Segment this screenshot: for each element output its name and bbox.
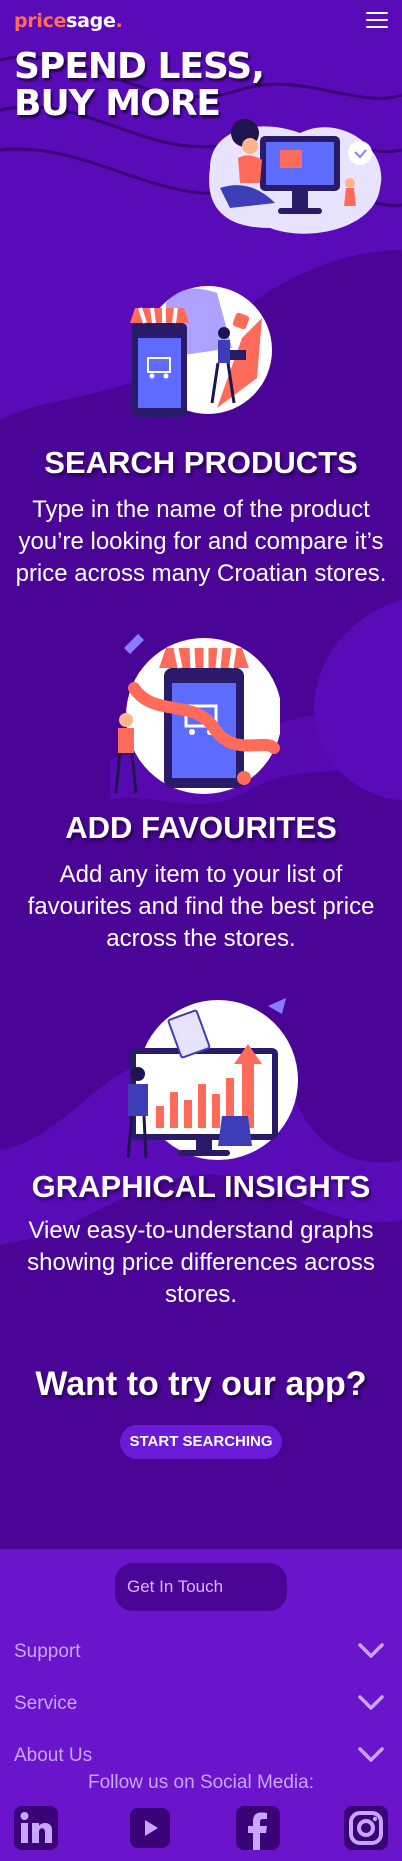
chevron-down-icon (358, 1695, 384, 1710)
feature-desc-insights: View easy-to-understand graphs showing p… (27, 1217, 375, 1308)
brand-logo[interactable]: pricesage. (14, 10, 123, 32)
feature-title-favourites: ADD FAVOURITES (65, 810, 337, 845)
accordion-about-us[interactable]: About Us (14, 1736, 388, 1776)
feature-title-search: SEARCH PRODUCTS (44, 445, 358, 480)
start-searching-button[interactable]: START SEARCHING (120, 1425, 282, 1459)
cta-title: Want to try our app? (35, 1365, 367, 1403)
instagram-icon[interactable] (344, 1806, 388, 1850)
get-in-touch-button[interactable]: Get In Touch (115, 1563, 287, 1611)
accordion-service-label: Service (14, 1693, 78, 1714)
logo-part1: price (14, 10, 67, 32)
logo-dot: . (115, 10, 123, 32)
chevron-down-icon (358, 1747, 384, 1762)
accordion-service[interactable]: Service (14, 1684, 388, 1724)
hero-title-line1: SPEND LESS, (14, 46, 265, 87)
accordion-support[interactable]: Support (14, 1632, 388, 1672)
search-products-illustration (130, 286, 272, 418)
logo-part2: sage (66, 10, 116, 32)
footer: Get In Touch Support Service About Us Fo… (0, 1549, 402, 1861)
chevron-down-icon (358, 1643, 384, 1658)
hero-illustration (209, 119, 382, 234)
facebook-icon[interactable] (236, 1806, 280, 1850)
feature-title-insights: GRAPHICAL INSIGHTS (31, 1169, 371, 1204)
header: pricesage. (0, 0, 402, 44)
feature-desc-favourites: Add any item to your list of favourites … (27, 861, 375, 952)
add-favourites-illustration (114, 634, 280, 794)
follow-us-text: Follow us on Social Media: (88, 1772, 314, 1793)
linkedin-icon[interactable] (14, 1806, 58, 1850)
feature-desc-search: Type in the name of the product you’re l… (15, 496, 387, 587)
accordion-support-label: Support (14, 1641, 81, 1662)
accordion-about-us-label: About Us (14, 1745, 93, 1766)
youtube-icon[interactable] (128, 1806, 172, 1850)
graphical-insights-illustration (126, 998, 298, 1160)
hamburger-menu-icon[interactable] (366, 12, 388, 30)
